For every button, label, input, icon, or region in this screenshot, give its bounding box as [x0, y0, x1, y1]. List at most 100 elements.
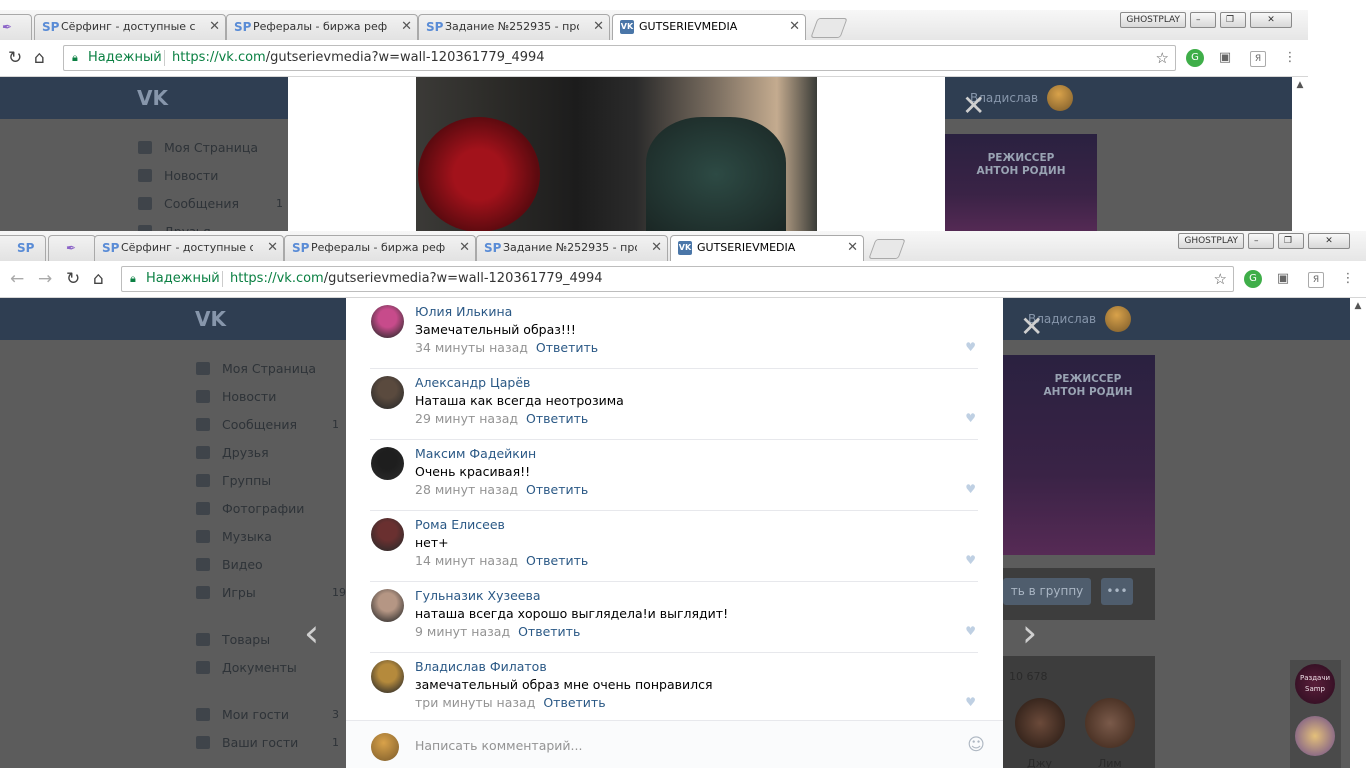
comment-time[interactable]: 9 минут назад	[415, 624, 510, 639]
tab-feather[interactable]: ✒	[48, 235, 96, 261]
close-icon[interactable]: ✕	[267, 236, 278, 260]
comment-time[interactable]: три минуты назад	[415, 695, 535, 710]
menu-item-news[interactable]: Новости	[138, 168, 218, 183]
close-icon[interactable]: ✕	[401, 15, 412, 39]
menu-item[interactable]: Документы	[196, 660, 297, 675]
close-icon[interactable]: ✕	[651, 236, 662, 260]
menu-item-messages[interactable]: Сообщения	[138, 196, 239, 211]
minimize-icon[interactable]: –	[1248, 233, 1274, 249]
tab-referals[interactable]: SPРефералы - биржа рефералов✕	[226, 14, 418, 40]
commenter-avatar[interactable]	[371, 660, 404, 693]
like-heart-icon[interactable]: ♥	[965, 482, 976, 496]
comment-time[interactable]: 29 минут назад	[415, 411, 518, 426]
reply-link[interactable]: Ответить	[526, 553, 588, 568]
menu-item[interactable]: Друзья	[196, 445, 269, 460]
home-icon[interactable]: ⌂	[34, 49, 45, 67]
reply-link[interactable]: Ответить	[543, 695, 605, 710]
forward-icon[interactable]: →	[38, 270, 52, 288]
member-name[interactable]: Лим	[1098, 757, 1122, 768]
reply-link[interactable]: Ответить	[526, 411, 588, 426]
comment-time[interactable]: 34 минуты назад	[415, 340, 528, 355]
minimize-icon[interactable]: –	[1190, 12, 1216, 28]
close-icon[interactable]: ✕	[847, 236, 858, 260]
tab-zadanie[interactable]: SPЗадание №252935 - просмотр✕	[418, 14, 610, 40]
tab-feather[interactable]: ✒	[0, 14, 32, 40]
prev-photo-icon[interactable]: ‹	[304, 614, 319, 652]
menu-item[interactable]: Моя Страница	[196, 361, 316, 376]
commenter-avatar[interactable]	[371, 518, 404, 551]
grammarly-icon[interactable]: G	[1186, 49, 1204, 67]
restore-icon[interactable]: ❐	[1220, 12, 1246, 28]
comment-time[interactable]: 14 минут назад	[415, 553, 518, 568]
commenter-name[interactable]: Рома Елисеев	[415, 517, 505, 532]
group-banner[interactable]: РЕЖИССЕР АНТОН РОДИН	[1003, 355, 1155, 555]
menu-item-my-page[interactable]: Моя Страница	[138, 140, 258, 155]
tab-referals[interactable]: SPРефералы - биржа рефералов✕	[284, 235, 476, 261]
commenter-name[interactable]: Владислав Филатов	[415, 659, 547, 674]
reader-icon[interactable]: Я	[1250, 51, 1266, 67]
bookmark-star-icon[interactable]: ☆	[1214, 267, 1227, 291]
restore-icon[interactable]: ❐	[1278, 233, 1304, 249]
menu-item[interactable]: Игры	[196, 585, 256, 600]
menu-item[interactable]: Видео	[196, 557, 263, 572]
commenter-name[interactable]: Гульназик Хузеева	[415, 588, 541, 603]
menu-item[interactable]: Группы	[196, 473, 271, 488]
user-avatar[interactable]	[1105, 306, 1131, 332]
menu-item[interactable]: Новости	[196, 389, 276, 404]
close-icon[interactable]: ✕	[209, 15, 220, 39]
like-heart-icon[interactable]: ♥	[965, 411, 976, 425]
profile-button[interactable]: GHOSTPLAY	[1178, 233, 1244, 249]
address-bar[interactable]: 🔒︎ Надежный https://vk.com/gutserievmedi…	[121, 266, 1234, 292]
group-banner[interactable]: РЕЖИССЕР АНТОН РОДИН	[945, 134, 1097, 232]
menu-icon[interactable]: ⋮	[1281, 49, 1299, 67]
member-name[interactable]: Джу	[1027, 757, 1052, 768]
menu-item[interactable]: Фотографии	[196, 501, 304, 516]
menu-item[interactable]: Мои гости	[196, 707, 289, 722]
extension-icon[interactable]: ▣	[1274, 270, 1292, 288]
like-heart-icon[interactable]: ♥	[965, 340, 976, 354]
reply-link[interactable]: Ответить	[536, 340, 598, 355]
scrollbar-up-icon[interactable]: ▲	[1350, 301, 1366, 311]
member-avatar[interactable]	[1085, 698, 1135, 748]
more-actions-button[interactable]: •••	[1101, 578, 1133, 605]
vk-logo-icon[interactable]: VK	[195, 307, 226, 331]
like-heart-icon[interactable]: ♥	[965, 553, 976, 567]
commenter-avatar[interactable]	[371, 305, 404, 338]
reader-icon[interactable]: Я	[1308, 272, 1324, 288]
close-modal-icon[interactable]: ✕	[1020, 313, 1043, 341]
close-icon[interactable]: ✕	[593, 15, 604, 39]
side-avatar[interactable]	[1295, 716, 1335, 756]
tab-zadanie[interactable]: SPЗадание №252935 - просмотр✕	[476, 235, 668, 261]
commenter-name[interactable]: Юлия Илькина	[415, 304, 512, 319]
commenter-avatar[interactable]	[371, 589, 404, 622]
home-icon[interactable]: ⌂	[93, 270, 104, 288]
emoji-icon[interactable]: ☺	[967, 735, 985, 755]
address-bar[interactable]: 🔒︎ Надежный https://vk.com/gutserievmedi…	[63, 45, 1176, 71]
back-icon[interactable]: ←	[10, 270, 24, 288]
reply-link[interactable]: Ответить	[526, 482, 588, 497]
comment-input[interactable]: Написать комментарий...	[415, 738, 582, 753]
samp-giveaway-badge[interactable]: Раздачи Samp	[1295, 664, 1335, 704]
menu-item[interactable]: Ваши гости	[196, 735, 298, 750]
extension-icon[interactable]: ▣	[1216, 49, 1234, 67]
reload-icon[interactable]: ↻	[66, 270, 80, 288]
next-photo-icon[interactable]: ›	[1022, 614, 1037, 652]
commenter-name[interactable]: Александр Царёв	[415, 375, 530, 390]
vk-logo-icon[interactable]: VK	[137, 86, 168, 110]
bookmark-star-icon[interactable]: ☆	[1156, 46, 1169, 70]
reload-icon[interactable]: ↻	[8, 49, 22, 67]
close-window-icon[interactable]: ✕	[1308, 233, 1350, 249]
like-heart-icon[interactable]: ♥	[965, 695, 976, 709]
menu-item[interactable]: Музыка	[196, 529, 272, 544]
commenter-avatar[interactable]	[371, 376, 404, 409]
tab-serfing[interactable]: SPСёрфинг - доступные сайты✕	[94, 235, 284, 261]
like-heart-icon[interactable]: ♥	[965, 624, 976, 638]
comment-time[interactable]: 28 минут назад	[415, 482, 518, 497]
menu-item[interactable]: Сообщения	[196, 417, 297, 432]
reply-link[interactable]: Ответить	[518, 624, 580, 639]
post-photo[interactable]	[416, 77, 817, 232]
menu-item[interactable]: Товары	[196, 632, 270, 647]
member-avatar[interactable]	[1015, 698, 1065, 748]
menu-icon[interactable]: ⋮	[1339, 270, 1357, 288]
tab-gutserievmedia[interactable]: VK GUTSERIEVMEDIA ✕	[612, 14, 806, 40]
